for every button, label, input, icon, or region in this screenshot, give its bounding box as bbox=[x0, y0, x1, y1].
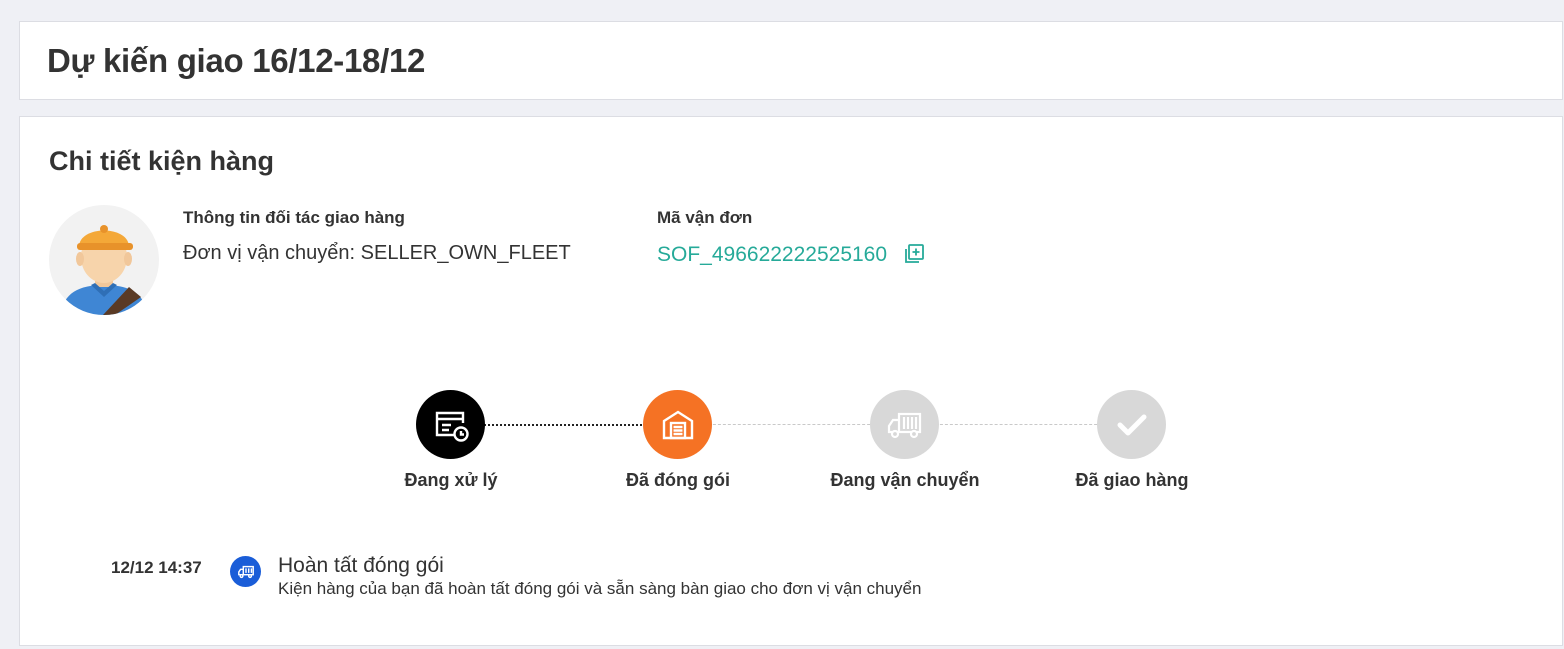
event-title: Hoàn tất đóng gói bbox=[278, 554, 444, 577]
progress-connector bbox=[472, 424, 662, 426]
step-packed bbox=[643, 390, 712, 459]
step-delivered bbox=[1097, 390, 1166, 459]
checkmark-icon bbox=[1117, 414, 1146, 435]
copy-icon[interactable] bbox=[902, 242, 926, 266]
delivery-man-avatar-icon bbox=[61, 225, 147, 315]
step-in-transit bbox=[870, 390, 939, 459]
shipping-progress-card: Đang xử lý Đã đóng gói Đang vận chuyển Đ… bbox=[19, 342, 1563, 646]
truck-icon bbox=[887, 412, 921, 438]
event-description: Kiện hàng của bạn đã hoàn tất đóng gói v… bbox=[278, 579, 922, 598]
event-status-dot bbox=[230, 556, 261, 587]
delivery-estimate-title: Dự kiến giao 16/12-18/12 bbox=[47, 42, 426, 79]
delivery-partner-heading: Thông tin đối tác giao hàng bbox=[183, 208, 405, 227]
step-label-processing: Đang xử lý bbox=[404, 470, 498, 490]
step-label-packed: Đã đóng gói bbox=[626, 470, 730, 490]
step-label-in-transit: Đang vận chuyển bbox=[830, 470, 980, 490]
delivery-estimate-card: Dự kiến giao 16/12-18/12 bbox=[19, 21, 1563, 100]
progress-connector bbox=[925, 424, 1117, 425]
progress-connector bbox=[698, 424, 890, 425]
package-detail-title: Chi tiết kiện hàng bbox=[49, 146, 275, 176]
warehouse-package-icon bbox=[662, 410, 693, 439]
step-processing bbox=[416, 390, 485, 459]
truck-icon bbox=[237, 565, 254, 578]
carrier-name: Đơn vị vận chuyển: SELLER_OWN_FLEET bbox=[183, 242, 571, 264]
tracking-number[interactable]: SOF_496622222525160 bbox=[657, 243, 887, 267]
tracking-number-heading: Mã vận đơn bbox=[657, 208, 753, 227]
processing-clock-icon bbox=[435, 411, 469, 442]
event-timestamp: 12/12 14:37 bbox=[111, 558, 202, 577]
delivery-man-avatar bbox=[49, 205, 159, 315]
step-label-delivered: Đã giao hàng bbox=[1075, 470, 1189, 490]
package-detail-card: Chi tiết kiện hàng Thông tin đối tác gia… bbox=[19, 116, 1563, 343]
